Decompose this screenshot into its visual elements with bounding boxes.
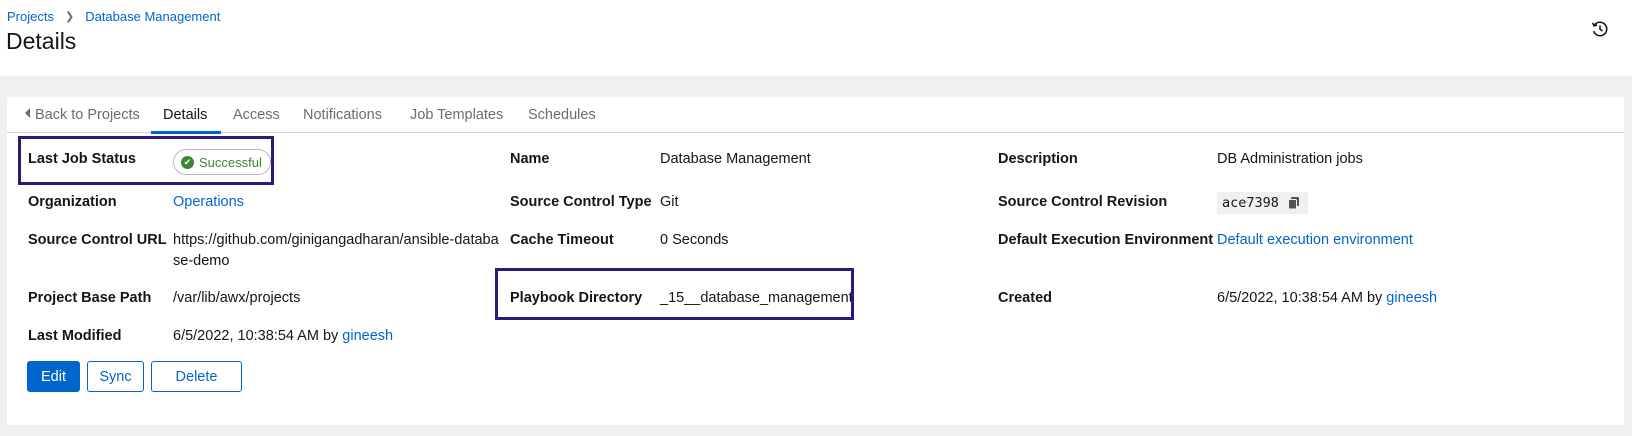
breadcrumb-current-link[interactable]: Database Management	[85, 9, 220, 24]
history-icon[interactable]	[1591, 20, 1609, 38]
source-control-url-label: Source Control URL	[28, 232, 167, 248]
last-modified-date: 6/5/2022, 10:38:54 AM by	[173, 328, 339, 344]
description-value: DB Administration jobs	[1217, 151, 1363, 167]
organization-label: Organization	[28, 194, 117, 210]
default-execution-environment-link[interactable]: Default execution environment	[1217, 232, 1413, 248]
breadcrumb: Projects ❯ Database Management	[7, 9, 220, 24]
tab-back-label: Back to Projects	[35, 107, 140, 123]
revision-text: ace7398	[1222, 195, 1279, 211]
source-control-type-label: Source Control Type	[510, 194, 652, 210]
default-execution-environment-label: Default Execution Environment	[998, 232, 1214, 248]
created-date: 6/5/2022, 10:38:54 AM by	[1217, 290, 1383, 306]
tab-job-templates[interactable]: Job Templates	[410, 97, 503, 133]
organization-link[interactable]: Operations	[173, 194, 244, 210]
project-base-path-label: Project Base Path	[28, 290, 152, 306]
tab-schedules[interactable]: Schedules	[528, 97, 596, 133]
highlight-playbook-directory	[495, 268, 854, 320]
tab-details[interactable]: Details	[150, 97, 222, 134]
page-title: Details	[6, 28, 77, 54]
tab-back-to-projects[interactable]: Back to Projects	[25, 97, 140, 133]
name-value: Database Management	[660, 151, 811, 167]
source-control-url-value: https://github.com/ginigangadharan/ansib…	[173, 232, 499, 269]
created-value: 6/5/2022, 10:38:54 AM by gineesh	[1217, 290, 1437, 306]
breadcrumb-projects-link[interactable]: Projects	[7, 9, 54, 24]
tab-access[interactable]: Access	[233, 97, 280, 133]
name-label: Name	[510, 151, 550, 167]
last-modified-user-link[interactable]: gineesh	[342, 328, 393, 344]
tab-bar: Back to Projects Details Access Notifica…	[7, 97, 1624, 134]
source-control-type-value: Git	[660, 194, 679, 210]
highlight-last-job-status	[18, 136, 274, 185]
page-header: Projects ❯ Database Management Details	[0, 0, 1632, 76]
created-label: Created	[998, 290, 1052, 306]
cache-timeout-label: Cache Timeout	[510, 232, 614, 248]
chevron-right-icon: ❯	[64, 11, 75, 23]
tab-notifications[interactable]: Notifications	[303, 97, 382, 133]
cache-timeout-value: 0 Seconds	[660, 232, 729, 248]
caret-left-icon	[25, 108, 30, 118]
description-label: Description	[998, 151, 1078, 167]
delete-button[interactable]: Delete	[151, 361, 242, 392]
last-modified-value: 6/5/2022, 10:38:54 AM by gineesh	[173, 328, 393, 344]
created-user-link[interactable]: gineesh	[1386, 290, 1437, 306]
source-control-revision-label: Source Control Revision	[998, 194, 1168, 210]
source-control-revision-value: ace7398	[1217, 192, 1308, 214]
sync-button[interactable]: Sync	[87, 361, 144, 392]
project-base-path-value: /var/lib/awx/projects	[173, 290, 301, 306]
last-modified-label: Last Modified	[28, 328, 122, 344]
copy-icon[interactable]	[1287, 196, 1301, 210]
edit-button[interactable]: Edit	[27, 361, 80, 392]
